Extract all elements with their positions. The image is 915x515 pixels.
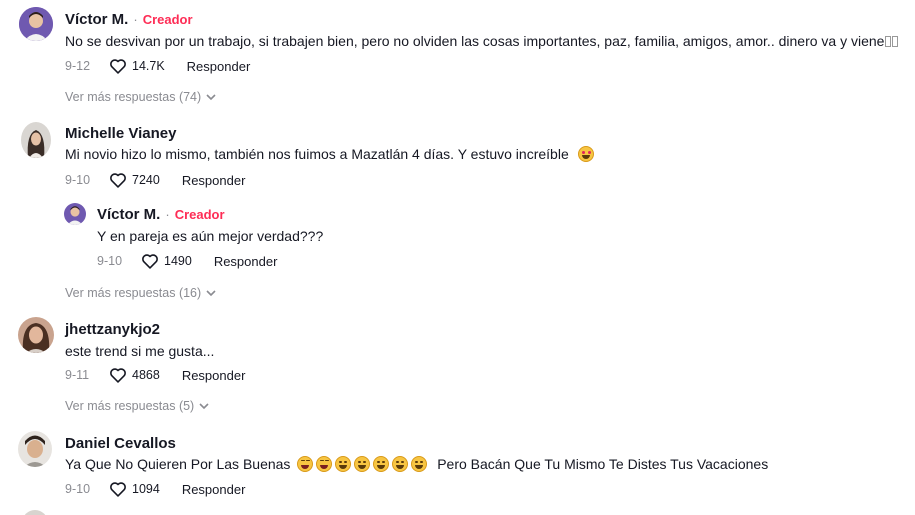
laughing-emoji-icon [297, 456, 314, 472]
smiling-emoji-icon [335, 456, 352, 472]
chevron-down-icon [199, 402, 209, 409]
heart-outline-icon [110, 59, 126, 74]
creator-badge: Creador [174, 207, 225, 222]
view-more-replies[interactable]: Ver más respuestas (16) [65, 286, 216, 300]
emoji-group [297, 456, 434, 472]
reply-button[interactable]: Responder [214, 254, 278, 269]
reply-button[interactable]: Responder [187, 59, 251, 74]
comment-header: Michelle Vianey [65, 125, 176, 142]
avatar-image [64, 203, 86, 225]
comment-text: Ya Que No Quieren Por Las Buenas Pero Ba… [65, 456, 769, 472]
comment-header: Víctor M. · Creador [65, 11, 193, 28]
view-more-replies[interactable]: Ver más respuestas (74) [65, 90, 216, 104]
heart-outline-icon [142, 254, 158, 269]
smiling-emoji-icon [411, 456, 428, 472]
reply-button[interactable]: Responder [182, 173, 246, 188]
chevron-down-icon [206, 289, 216, 296]
like-count: 1490 [164, 254, 192, 268]
smiling-emoji-icon [392, 456, 409, 472]
unknown-glyph-icon [885, 36, 892, 47]
comment-header: Daniel Cevallos [65, 435, 176, 452]
like-count: 7240 [132, 173, 160, 187]
smiling-emoji-icon [354, 456, 371, 472]
comment-text: No se desvivan por un trabajo, si trabaj… [65, 33, 899, 49]
author-name[interactable]: Daniel Cevallos [65, 435, 176, 452]
reply-meta: 9-10 1490 Responder [97, 253, 277, 269]
avatar-image [21, 122, 51, 158]
heart-outline-icon [110, 368, 126, 383]
like-button[interactable]: 1490 [141, 253, 192, 269]
reply-header: Víctor M. · Creador [97, 206, 225, 223]
avatar[interactable] [18, 431, 52, 467]
avatar-image [18, 431, 52, 467]
avatar-image [19, 7, 53, 41]
smiling-face-with-hearts-emoji-icon [577, 146, 594, 162]
like-count: 4868 [132, 368, 160, 382]
comment-meta: 9-10 7240 Responder [65, 172, 245, 188]
unknown-glyph-icon [892, 36, 899, 47]
reply-button[interactable]: Responder [182, 482, 246, 497]
chevron-down-icon [206, 93, 216, 100]
comment-date: 9-10 [65, 482, 91, 496]
avatar[interactable] [64, 203, 86, 225]
author-name[interactable]: jhettzanykjo2 [65, 321, 160, 338]
like-button[interactable]: 7240 [109, 172, 160, 188]
separator: · [165, 207, 170, 222]
avatar[interactable] [18, 317, 54, 353]
comment-meta: 9-12 14.7K Responder [65, 58, 250, 74]
comment-text: Mi novio hizo lo mismo, también nos fuim… [65, 146, 597, 162]
comment-date: 9-10 [65, 173, 91, 187]
comment-date: 9-12 [65, 59, 91, 73]
comment-date: 9-10 [97, 254, 123, 268]
comment-text: este trend si me gusta... [65, 343, 215, 359]
view-more-replies[interactable]: Ver más respuestas (5) [65, 399, 209, 413]
comment-meta: 9-10 1094 Responder [65, 481, 245, 497]
author-name[interactable]: Víctor M. [97, 206, 160, 223]
smiling-emoji-icon [373, 456, 390, 472]
comment-header: jhettzanykjo2 [65, 321, 160, 338]
creator-badge: Creador [142, 12, 193, 27]
like-count: 14.7K [132, 59, 165, 73]
like-button[interactable]: 4868 [109, 367, 160, 383]
author-name[interactable]: Michelle Vianey [65, 125, 176, 142]
comment-date: 9-11 [65, 368, 90, 382]
reply-button[interactable]: Responder [182, 368, 246, 383]
author-name[interactable]: Víctor M. [65, 11, 128, 28]
avatar[interactable] [21, 122, 51, 158]
like-button[interactable]: 14.7K [109, 58, 165, 74]
like-count: 1094 [132, 482, 160, 496]
laughing-emoji-icon [316, 456, 333, 472]
comment-meta: 9-11 4868 Responder [65, 367, 245, 383]
avatar[interactable] [19, 7, 53, 41]
separator: · [133, 12, 138, 27]
avatar-image [18, 317, 54, 353]
reply-text: Y en pareja es aún mejor verdad??? [97, 228, 324, 244]
avatar[interactable] [22, 510, 48, 515]
heart-outline-icon [110, 482, 126, 497]
heart-outline-icon [110, 173, 126, 188]
like-button[interactable]: 1094 [109, 481, 160, 497]
